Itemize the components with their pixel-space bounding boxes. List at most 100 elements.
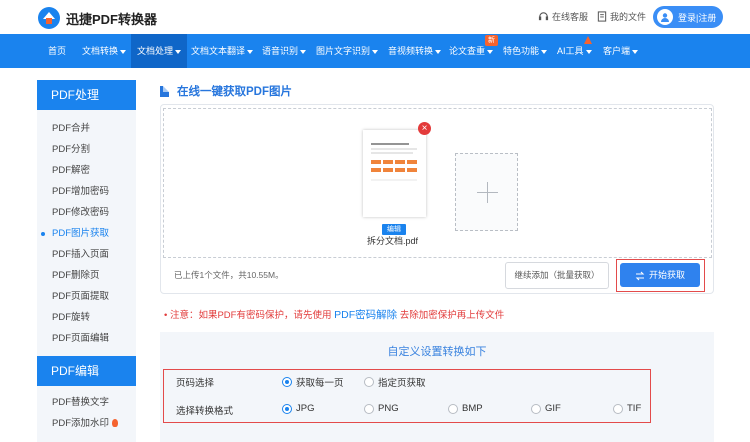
pdf-page-preview bbox=[371, 143, 417, 181]
pdf-unlock-link[interactable]: PDF密码解除 bbox=[334, 309, 397, 321]
start-extract-button[interactable]: 开始获取 bbox=[620, 263, 700, 287]
add-file-button[interactable] bbox=[455, 153, 518, 231]
sidebar-item-pdf-image-extract[interactable]: PDF图片获取 bbox=[37, 223, 136, 244]
fire-icon bbox=[112, 419, 119, 427]
file-drop-area[interactable]: × 编辑 拆分文档.pdf bbox=[163, 108, 712, 258]
radio-label: BMP bbox=[462, 403, 483, 414]
my-files-link[interactable]: 我的文件 bbox=[597, 10, 646, 23]
radio-dot bbox=[531, 403, 541, 414]
settings-panel: 自定义设置转换如下 页码选择 获取每一页 指定页获取 选择转换格式 JPG PN… bbox=[160, 332, 714, 442]
login-label: 登录|注册 bbox=[678, 12, 717, 23]
radio-dot bbox=[448, 403, 458, 414]
sidebar-item-pdf-decrypt[interactable]: PDF解密 bbox=[37, 160, 136, 181]
nav-label: 客户端 bbox=[603, 46, 631, 56]
remove-file-button[interactable]: × bbox=[418, 122, 431, 135]
nav-client[interactable]: 客户端 bbox=[603, 34, 639, 68]
sidebar-item-pdf-delete-page[interactable]: PDF删除页 bbox=[37, 265, 136, 286]
caret-down-icon bbox=[541, 49, 548, 54]
my-files-label: 我的文件 bbox=[610, 12, 647, 22]
radio-dot bbox=[364, 377, 374, 387]
caret-down-icon bbox=[632, 49, 639, 54]
nav-label: 论文查重 bbox=[449, 46, 486, 56]
file-thumbnail[interactable]: × bbox=[363, 122, 431, 217]
logo-icon bbox=[37, 6, 61, 30]
nav-home[interactable]: 首页 bbox=[48, 34, 66, 68]
nav-label: 文档转换 bbox=[82, 46, 119, 56]
nav-label: 图片文字识别 bbox=[316, 46, 371, 56]
nav-doc-translate[interactable]: 文档文本翻译 bbox=[191, 34, 254, 68]
nav-label: 音视频转换 bbox=[388, 46, 434, 56]
radio-label: TIF bbox=[627, 403, 642, 414]
new-badge: 新 bbox=[485, 35, 498, 46]
login-register-button[interactable]: 登录|注册 bbox=[653, 6, 723, 28]
upload-status-text: 已上传1个文件，共10.55M。 bbox=[174, 270, 284, 280]
radio-dot bbox=[364, 403, 374, 414]
file-icon bbox=[597, 11, 607, 22]
top-header: 迅捷PDF转换器 在线客服 我的文件 登录|注册 bbox=[0, 0, 750, 34]
format-select-label: 选择转换格式 bbox=[176, 406, 234, 417]
radio-label: 指定页获取 bbox=[378, 378, 426, 389]
nav-image-ocr[interactable]: 图片文字识别 bbox=[316, 34, 379, 68]
sidebar-item-pdf-page-edit[interactable]: PDF页面编辑 bbox=[37, 328, 136, 349]
user-icon bbox=[657, 9, 673, 25]
customer-service-link[interactable]: 在线客服 bbox=[538, 10, 588, 23]
caret-down-icon bbox=[487, 49, 494, 54]
sidebar-section-pdf-process: PDF处理 bbox=[37, 80, 136, 110]
notice-suffix: 去除加密保护再上传文件 bbox=[399, 310, 505, 321]
upload-panel: × 编辑 拆分文档.pdf 已上传1个文件，共10.55M。 继续添加（批量获取… bbox=[160, 104, 714, 294]
nav-doc-convert[interactable]: 文档转换 bbox=[82, 34, 127, 68]
sidebar-item-pdf-split[interactable]: PDF分割 bbox=[37, 139, 136, 160]
logo-text: 迅捷PDF转换器 bbox=[66, 11, 158, 27]
radio-specified-page[interactable]: 指定页获取 bbox=[364, 375, 426, 389]
sidebar-item-pdf-page-extract[interactable]: PDF页面提取 bbox=[37, 286, 136, 307]
sidebar-item-pdf-insert-page[interactable]: PDF插入页面 bbox=[37, 244, 136, 265]
nav-label: 首页 bbox=[48, 46, 67, 56]
settings-title: 自定义设置转换如下 bbox=[387, 346, 487, 358]
file-name: 拆分文档.pdf bbox=[367, 236, 419, 246]
page-title-text: 在线一键获取PDF图片 bbox=[177, 86, 292, 98]
sidebar-item-pdf-change-password[interactable]: PDF修改密码 bbox=[37, 202, 136, 223]
sidebar-item-pdf-merge[interactable]: PDF合并 bbox=[37, 118, 136, 139]
page-title: 在线一键获取PDF图片 bbox=[160, 83, 292, 99]
radio-every-page[interactable]: 获取每一页 bbox=[282, 375, 344, 389]
radio-label: 获取每一页 bbox=[296, 378, 344, 389]
fire-icon bbox=[584, 36, 592, 44]
convert-arrows-icon bbox=[635, 271, 645, 281]
sidebar-item-pdf-add-watermark[interactable]: PDF添加水印 bbox=[37, 413, 136, 434]
sidebar-section-pdf-edit: PDF编辑 bbox=[37, 356, 136, 386]
sidebar-item-pdf-add-password[interactable]: PDF增加密码 bbox=[37, 181, 136, 202]
notice-prefix: • 注意：如果PDF有密码保护，请先使用 bbox=[164, 310, 332, 321]
password-notice: • 注意：如果PDF有密码保护，请先使用 PDF密码解除 去除加密保护再上传文件 bbox=[164, 307, 504, 322]
caret-down-icon bbox=[247, 49, 254, 54]
nav-label: 特色功能 bbox=[503, 46, 540, 56]
caret-down-icon bbox=[372, 49, 379, 54]
nav-label: 语音识别 bbox=[262, 46, 299, 56]
start-button-highlight: 开始获取 bbox=[616, 259, 705, 292]
nav-speech-recognition[interactable]: 语音识别 bbox=[262, 34, 307, 68]
radio-format-jpg[interactable]: JPG bbox=[282, 403, 314, 414]
radio-format-gif[interactable]: GIF bbox=[531, 403, 561, 414]
continue-add-button[interactable]: 继续添加（批量获取） bbox=[505, 262, 609, 289]
sidebar-item-pdf-replace-text[interactable]: PDF替换文字 bbox=[37, 392, 136, 413]
radio-label: GIF bbox=[545, 403, 561, 414]
headset-icon bbox=[538, 12, 549, 21]
nav-doc-process[interactable]: 文档处理 bbox=[131, 34, 188, 68]
radio-format-bmp[interactable]: BMP bbox=[448, 403, 483, 414]
radio-label: PNG bbox=[378, 403, 399, 414]
nav-av-convert[interactable]: 音视频转换 bbox=[388, 34, 442, 68]
sidebar-item-pdf-rotate[interactable]: PDF旋转 bbox=[37, 307, 136, 328]
logo[interactable]: 迅捷PDF转换器 bbox=[37, 6, 157, 30]
options-highlight: 页码选择 获取每一页 指定页获取 选择转换格式 JPG PNG BMP GIF … bbox=[163, 369, 651, 423]
radio-format-tif[interactable]: TIF bbox=[613, 403, 641, 414]
radio-format-png[interactable]: PNG bbox=[364, 403, 399, 414]
caret-down-icon bbox=[435, 49, 442, 54]
nav-special-features[interactable]: 特色功能 bbox=[503, 34, 548, 68]
start-extract-label: 开始获取 bbox=[648, 270, 685, 280]
nav-label: 文档文本翻译 bbox=[191, 46, 246, 56]
caret-down-icon bbox=[175, 49, 182, 54]
sidebar: PDF处理 PDF合并 PDF分割 PDF解密 PDF增加密码 PDF修改密码 … bbox=[37, 80, 136, 442]
caret-down-icon bbox=[585, 49, 592, 54]
nav-label: 文档处理 bbox=[137, 46, 174, 56]
caret-down-icon bbox=[120, 49, 127, 54]
page-select-label: 页码选择 bbox=[176, 378, 215, 389]
